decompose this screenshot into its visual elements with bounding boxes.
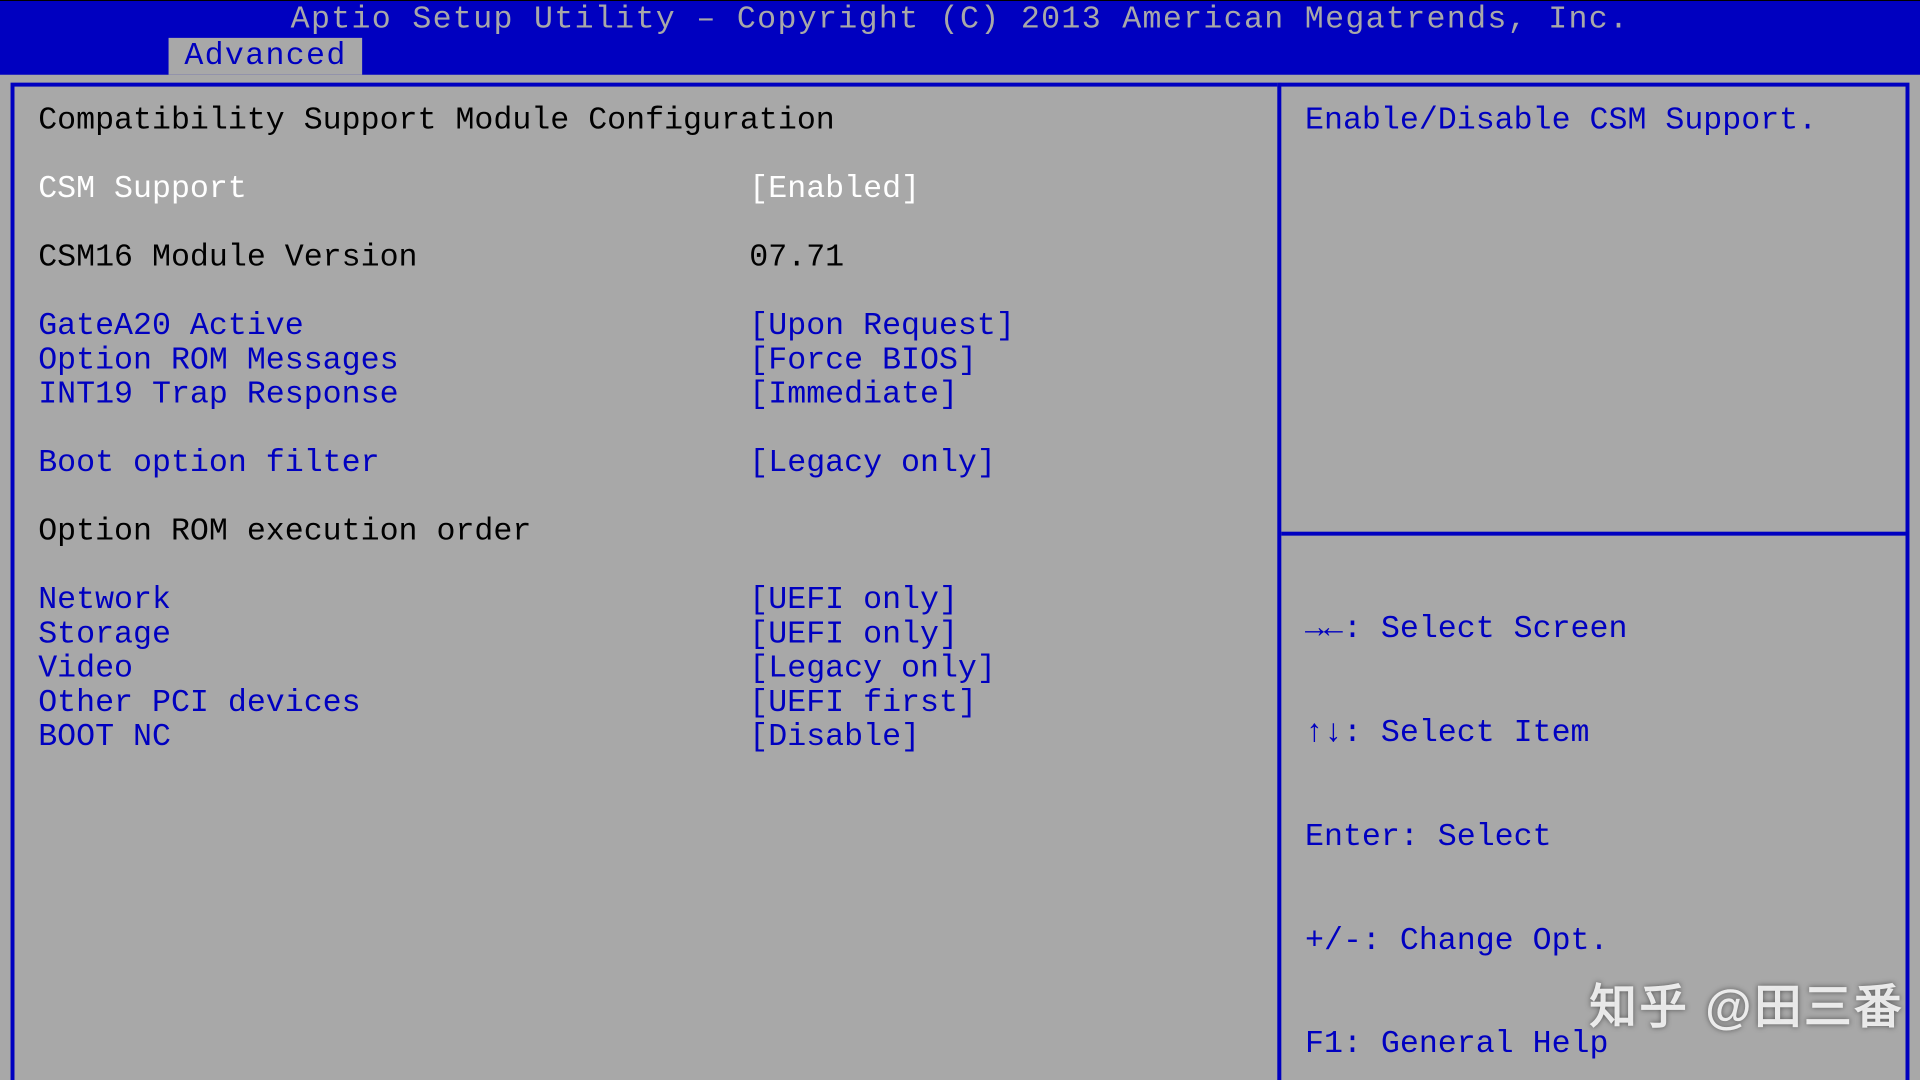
option-boot-filter[interactable]: Boot option filter [Legacy only] bbox=[38, 448, 1253, 482]
option-storage[interactable]: Storage [UEFI only] bbox=[38, 620, 1253, 654]
option-storage-value: [UEFI only] bbox=[749, 619, 1253, 654]
option-int19-value: [Immediate] bbox=[749, 380, 1253, 415]
help-divider bbox=[1281, 533, 1905, 537]
section-heading-oprom-order: Option ROM execution order bbox=[38, 517, 1253, 551]
option-boot-nc[interactable]: BOOT NC [Disable] bbox=[38, 722, 1253, 756]
key-enter: Enter: Select bbox=[1305, 821, 1882, 855]
option-other-pci[interactable]: Other PCI devices [UEFI first] bbox=[38, 688, 1253, 722]
content-area: Compatibility Support Module Configurati… bbox=[0, 76, 1920, 1080]
option-network[interactable]: Network [UEFI only] bbox=[38, 585, 1253, 619]
option-int19[interactable]: INT19 Trap Response [Immediate] bbox=[38, 380, 1253, 414]
section-heading-oprom-order-label: Option ROM execution order bbox=[38, 517, 749, 552]
settings-panel: Compatibility Support Module Configurati… bbox=[11, 84, 1282, 1080]
option-oprom-messages[interactable]: Option ROM Messages [Force BIOS] bbox=[38, 346, 1253, 380]
key-select-screen: →←: Select Screen bbox=[1305, 614, 1882, 648]
option-storage-label: Storage bbox=[38, 619, 749, 654]
option-boot-nc-value: [Disable] bbox=[749, 722, 1253, 757]
option-video-label: Video bbox=[38, 654, 749, 689]
option-oprom-messages-label: Option ROM Messages bbox=[38, 345, 749, 380]
option-csm-support-label: CSM Support bbox=[38, 174, 749, 209]
option-csm-support[interactable]: CSM Support [Enabled] bbox=[38, 174, 1253, 208]
option-network-value: [UEFI only] bbox=[749, 585, 1253, 620]
option-gatea20[interactable]: GateA20 Active [Upon Request] bbox=[38, 311, 1253, 345]
section-heading-csm-label: Compatibility Support Module Configurati… bbox=[38, 106, 749, 141]
option-oprom-messages-value: [Force BIOS] bbox=[749, 345, 1253, 380]
option-int19-label: INT19 Trap Response bbox=[38, 380, 749, 415]
tab-advanced[interactable]: Advanced bbox=[169, 39, 363, 76]
option-video[interactable]: Video [Legacy only] bbox=[38, 654, 1253, 688]
option-network-label: Network bbox=[38, 585, 749, 620]
key-f1: F1: General Help bbox=[1305, 1029, 1882, 1063]
option-boot-filter-value: [Legacy only] bbox=[749, 448, 1253, 483]
help-panel: Enable/Disable CSM Support. →←: Select S… bbox=[1277, 84, 1909, 1080]
option-video-value: [Legacy only] bbox=[749, 654, 1253, 689]
section-heading-csm: Compatibility Support Module Configurati… bbox=[38, 106, 1253, 140]
option-boot-filter-label: Boot option filter bbox=[38, 448, 749, 483]
option-gatea20-label: GateA20 Active bbox=[38, 311, 749, 346]
info-csm16-version: CSM16 Module Version 07.71 bbox=[38, 243, 1253, 277]
key-select-item: ↑↓: Select Item bbox=[1305, 718, 1882, 752]
info-csm16-version-value: 07.71 bbox=[749, 243, 1253, 278]
key-hints: →←: Select Screen ↑↓: Select Item Enter:… bbox=[1305, 544, 1882, 1080]
option-other-pci-value: [UEFI first] bbox=[749, 688, 1253, 723]
option-boot-nc-label: BOOT NC bbox=[38, 722, 749, 757]
tab-bar: Advanced bbox=[0, 39, 1920, 76]
key-change-opt: +/-: Change Opt. bbox=[1305, 925, 1882, 959]
option-other-pci-label: Other PCI devices bbox=[38, 688, 749, 723]
help-text: Enable/Disable CSM Support. bbox=[1305, 106, 1882, 527]
info-csm16-version-label: CSM16 Module Version bbox=[38, 243, 749, 278]
bios-title: Aptio Setup Utility – Copyright (C) 2013… bbox=[0, 1, 1920, 38]
option-csm-support-value: [Enabled] bbox=[749, 174, 1253, 209]
bios-window: Aptio Setup Utility – Copyright (C) 2013… bbox=[0, 1, 1920, 1078]
option-gatea20-value: [Upon Request] bbox=[749, 311, 1253, 346]
